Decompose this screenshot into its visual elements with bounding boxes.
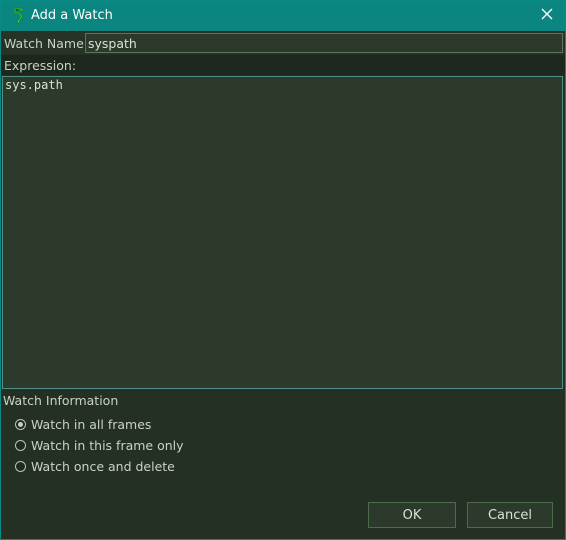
window-title: Add a Watch — [31, 8, 113, 23]
cancel-button[interactable]: Cancel — [467, 502, 553, 528]
close-button[interactable] — [535, 4, 559, 28]
radio-label: Watch once and delete — [31, 458, 175, 474]
add-watch-dialog: Add a Watch Watch Name: Expression: Watc… — [0, 0, 566, 540]
ok-button[interactable]: OK — [368, 502, 456, 528]
radio-watch-once-delete[interactable]: Watch once and delete — [15, 457, 175, 475]
expression-label-row: Expression: — [1, 55, 565, 75]
radio-label: Watch in all frames — [31, 416, 152, 432]
watch-name-label: Watch Name: — [4, 36, 88, 51]
python-snake-icon — [11, 7, 25, 25]
close-icon — [541, 8, 553, 24]
radio-watch-this-frame[interactable]: Watch in this frame only — [15, 436, 184, 454]
watch-information-section: Watch Information Watch in all frames Wa… — [1, 391, 565, 491]
radio-button[interactable] — [15, 439, 26, 451]
watch-information-heading: Watch Information — [3, 393, 119, 408]
radio-watch-all-frames[interactable]: Watch in all frames — [15, 415, 151, 433]
title-bar[interactable]: Add a Watch — [1, 1, 565, 31]
expression-editor[interactable] — [2, 76, 563, 389]
radio-label: Watch in this frame only — [31, 437, 184, 453]
watch-name-input[interactable] — [85, 33, 563, 53]
watch-name-row: Watch Name: — [1, 32, 565, 54]
radio-button[interactable] — [15, 460, 26, 472]
radio-button-checked[interactable] — [15, 418, 26, 430]
expression-label: Expression: — [4, 58, 77, 73]
